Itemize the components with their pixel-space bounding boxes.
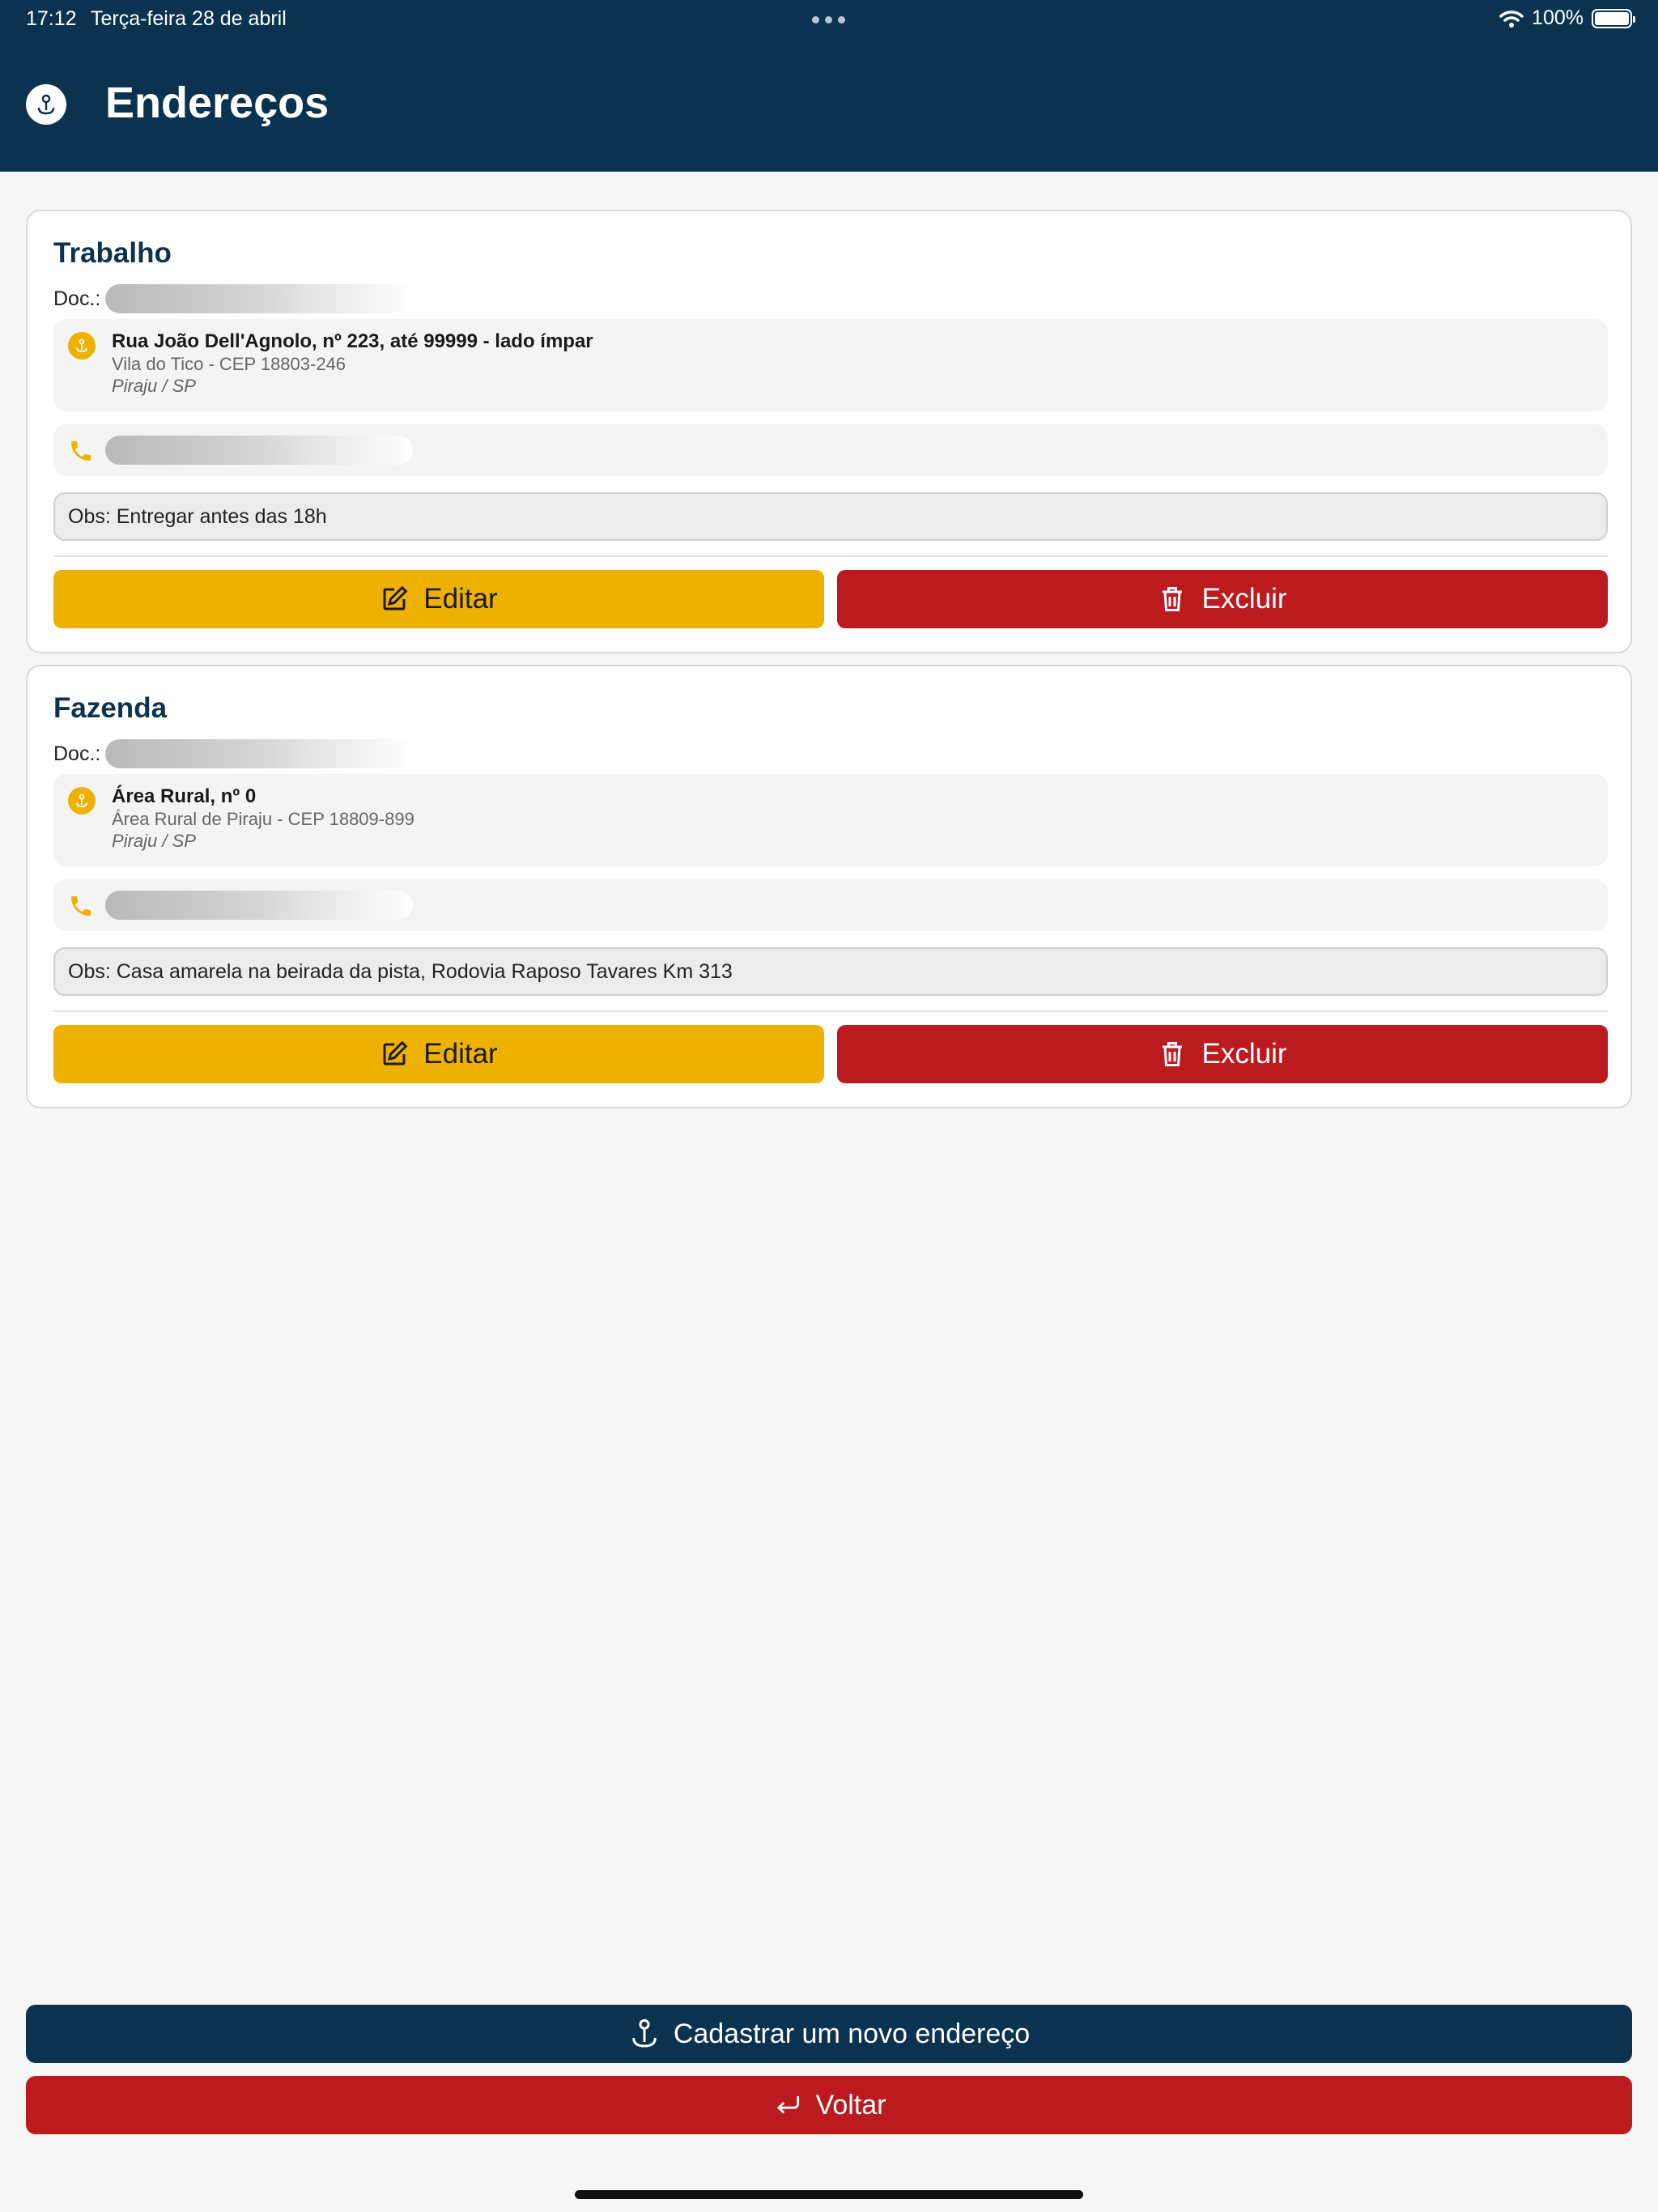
page-title: Endereços [105, 79, 329, 127]
address-card: Trabalho Doc.: Rua João Dell'Agnolo, nº … [26, 210, 1632, 653]
map-pin-icon [68, 787, 96, 815]
back-button[interactable]: Voltar [26, 2076, 1632, 2134]
edit-button[interactable]: Editar [53, 1025, 824, 1083]
redacted-phone-value [105, 891, 413, 920]
app-header: 17:12 Terça-feira 28 de abril 100% Ender… [0, 0, 1658, 172]
edit-label: Editar [423, 1038, 498, 1070]
map-pin-icon [26, 84, 66, 125]
phone-icon [71, 441, 91, 461]
address-details: Rua João Dell'Agnolo, nº 223, até 99999 … [53, 319, 1608, 411]
doc-label: Doc.: [53, 742, 101, 765]
edit-button[interactable]: Editar [53, 570, 824, 628]
address-name: Fazenda [53, 692, 168, 724]
address-name: Trabalho [53, 237, 172, 269]
observation-field: Obs: Casa amarela na beirada da pista, R… [53, 947, 1608, 996]
district-cep-line: Área Rural de Piraju - CEP 18809-899 [112, 809, 414, 829]
doc-row: Doc.: [53, 283, 414, 315]
city-state-line: Piraju / SP [112, 376, 196, 396]
divider [53, 555, 1608, 557]
street-line: Rua João Dell'Agnolo, nº 223, até 99999 … [112, 330, 593, 352]
edit-icon [383, 585, 408, 610]
battery-icon [1592, 8, 1635, 28]
phone-icon [71, 896, 91, 916]
home-indicator[interactable] [575, 2190, 1083, 2199]
status-bar: 17:12 Terça-feira 28 de abril 100% [0, 0, 1658, 39]
new-address-button[interactable]: Cadastrar um novo endereço [26, 2005, 1632, 2063]
doc-row: Doc.: [53, 738, 414, 770]
return-arrow-icon [776, 2095, 799, 2114]
battery-percentage: 100% [1532, 6, 1584, 29]
delete-label: Excluir [1201, 583, 1287, 615]
status-indicators: 100% [1499, 6, 1635, 30]
delete-button[interactable]: Excluir [837, 1025, 1608, 1083]
wifi-icon [1499, 10, 1524, 28]
trash-icon [1163, 1042, 1183, 1066]
observation-field: Obs: Entregar antes das 18h [53, 492, 1608, 541]
city-state-line: Piraju / SP [112, 831, 196, 851]
address-details: Área Rural, nº 0 Área Rural de Piraju - … [53, 774, 1608, 866]
status-time: 17:12 [26, 7, 77, 30]
district-cep-line: Vila do Tico - CEP 18803-246 [112, 354, 346, 374]
status-date: Terça-feira 28 de abril [91, 7, 287, 30]
back-label: Voltar [815, 2089, 886, 2121]
redacted-phone-value [105, 436, 413, 465]
redacted-doc-value [105, 739, 414, 768]
map-pin-icon [631, 2018, 657, 2048]
redacted-doc-value [105, 284, 414, 313]
edit-label: Editar [423, 583, 498, 615]
trash-icon [1163, 587, 1183, 611]
delete-button[interactable]: Excluir [837, 570, 1608, 628]
divider [53, 1010, 1608, 1012]
delete-label: Excluir [1201, 1038, 1287, 1070]
phone-row [53, 879, 1608, 931]
new-address-label: Cadastrar um novo endereço [673, 2018, 1031, 2049]
multitasking-dots-icon[interactable] [812, 16, 845, 23]
street-line: Área Rural, nº 0 [112, 785, 257, 807]
edit-icon [383, 1040, 408, 1066]
doc-label: Doc.: [53, 287, 101, 310]
map-pin-icon [68, 332, 96, 359]
address-card: Fazenda Doc.: Área Rural, nº 0 Área Rura… [26, 665, 1632, 1108]
phone-row [53, 424, 1608, 476]
